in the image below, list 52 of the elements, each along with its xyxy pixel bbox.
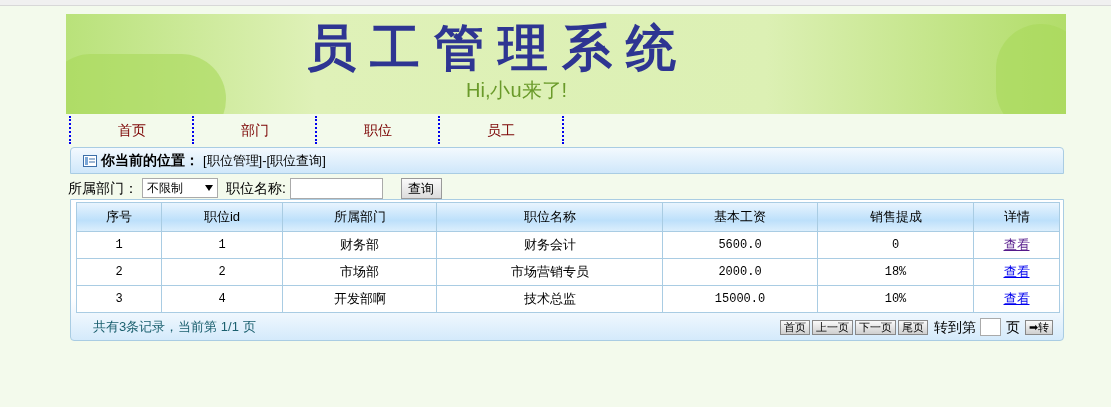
table-cell: 市场营销专员: [436, 258, 663, 286]
table-cell: 2: [161, 258, 283, 286]
nav-link[interactable]: 首页: [69, 116, 193, 144]
table-cell: 4: [161, 285, 283, 313]
nav-link[interactable]: 部门: [192, 116, 316, 144]
pager-button[interactable]: 首页: [780, 319, 810, 335]
table-cell: 2000.0: [662, 258, 818, 286]
view-link[interactable]: 查看: [1003, 264, 1030, 280]
pager-button[interactable]: 下一页: [855, 319, 896, 335]
view-link[interactable]: 查看: [1003, 291, 1030, 307]
position-name-field[interactable]: [289, 177, 383, 199]
column-header: 职位名称: [436, 202, 663, 232]
department-label: 所属部门：: [68, 178, 138, 198]
page-label: 页: [1006, 317, 1020, 337]
banner-subtitle: Hi,小u来了!: [466, 78, 568, 102]
breadcrumb-label: 你当前的位置：: [101, 151, 199, 170]
table-cell: 市场部: [282, 258, 437, 286]
list-icon: [83, 154, 97, 167]
goto-label: 转到第: [934, 317, 976, 337]
record-summary: 共有3条记录，当前第 1/1 页: [93, 318, 256, 337]
table-cell: 18%: [817, 258, 974, 286]
nav-link[interactable]: 员工: [438, 116, 562, 144]
table-cell: 开发部啊: [282, 285, 437, 313]
table-cell: 财务部: [282, 231, 437, 259]
table-cell: 1: [76, 231, 162, 259]
breadcrumb-path: [职位管理]-[职位查询]: [203, 151, 326, 170]
position-name-label: 职位名称:: [226, 178, 286, 198]
nav-link[interactable]: 职位: [315, 116, 439, 144]
column-header: 序号: [76, 202, 162, 232]
table-cell: 3: [76, 285, 162, 313]
table-cell: 财务会计: [436, 231, 663, 259]
table-cell: 0: [817, 231, 974, 259]
pager-button[interactable]: 尾页: [898, 319, 928, 335]
table-cell: 2: [76, 258, 162, 286]
table-cell: 技术总监: [436, 285, 663, 313]
table-cell: 1: [161, 231, 283, 259]
go-button[interactable]: ➡转: [1025, 319, 1053, 335]
department-select[interactable]: 不限制: [142, 178, 218, 198]
table-cell: 5600.0: [662, 231, 818, 259]
table-cell: 10%: [817, 285, 974, 313]
dropdown-arrow-icon: [205, 185, 213, 191]
search-button[interactable]: 查询: [400, 177, 442, 199]
column-header: 所属部门: [282, 202, 437, 232]
column-header: 职位id: [161, 202, 283, 232]
column-header: 销售提成: [817, 202, 974, 232]
page-number-field[interactable]: [980, 318, 1001, 336]
pager-button[interactable]: 上一页: [812, 319, 853, 335]
column-header: 详情: [973, 202, 1060, 232]
column-header: 基本工资: [662, 202, 818, 232]
banner-title: 员工管理系统: [306, 18, 690, 78]
table-cell: 15000.0: [662, 285, 818, 313]
view-link[interactable]: 查看: [1003, 237, 1030, 253]
